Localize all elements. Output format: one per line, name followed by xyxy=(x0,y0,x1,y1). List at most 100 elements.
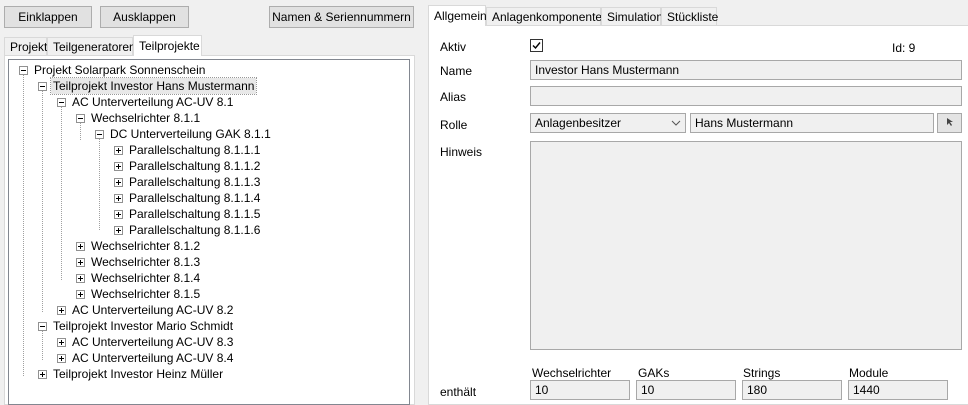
alias-field[interactable] xyxy=(530,86,962,106)
tree-node[interactable]: Parallelschaltung 8.1.1.4 xyxy=(114,190,262,206)
tree-node[interactable]: AC Unterverteilung AC-UV 8.4 xyxy=(57,350,235,366)
tree-node[interactable]: Wechselrichter 8.1.5 xyxy=(76,286,202,302)
picker-icon xyxy=(944,116,956,131)
tree-node-label: Wechselrichter 8.1.2 xyxy=(91,239,201,253)
tab-subprojects[interactable]: Teilprojekte xyxy=(133,35,202,56)
role-select[interactable]: Anlagenbesitzer xyxy=(530,113,686,133)
active-checkbox[interactable] xyxy=(530,39,543,52)
id-text: Id: 9 xyxy=(892,41,916,55)
role-picker-button[interactable] xyxy=(937,113,962,133)
tree-line xyxy=(42,330,43,360)
tree-node[interactable]: AC Unterverteilung AC-UV 8.1 xyxy=(57,94,235,110)
tree-node[interactable]: Parallelschaltung 8.1.1.2 xyxy=(114,158,262,174)
collapse-icon[interactable] xyxy=(19,65,28,75)
expand-icon[interactable] xyxy=(76,273,85,283)
tree-node-label: AC Unterverteilung AC-UV 8.4 xyxy=(72,351,234,365)
tree-node-label: Wechselrichter 8.1.4 xyxy=(91,271,201,285)
name-field[interactable]: Investor Hans Mustermann xyxy=(530,60,962,80)
tree-node-label: Wechselrichter 8.1.5 xyxy=(91,287,201,301)
tree-node[interactable]: Wechselrichter 8.1.4 xyxy=(76,270,202,286)
tree-node[interactable]: AC Unterverteilung AC-UV 8.3 xyxy=(57,334,235,350)
tree-node[interactable]: Wechselrichter 8.1.1 xyxy=(76,110,202,126)
collapse-button[interactable]: Einklappen xyxy=(4,6,92,28)
tree-node[interactable]: Parallelschaltung 8.1.1.1 xyxy=(114,142,262,158)
expand-icon[interactable] xyxy=(38,369,47,379)
tree-node-label: AC Unterverteilung AC-UV 8.2 xyxy=(72,303,234,317)
collapse-icon[interactable] xyxy=(95,129,104,139)
tree-node-label: Parallelschaltung 8.1.1.4 xyxy=(129,191,261,205)
tree-node-label: AC Unterverteilung AC-UV 8.3 xyxy=(72,335,234,349)
checkmark-icon xyxy=(532,42,541,50)
note-label: Hinweis xyxy=(440,145,483,159)
tree-node-label: Teilprojekt Investor Heinz Müller xyxy=(53,367,224,381)
chevron-down-icon xyxy=(671,117,681,131)
tab-subgenerators[interactable]: Teilgeneratoren xyxy=(47,37,136,56)
expand-icon[interactable] xyxy=(76,241,85,251)
tree-node-label: Wechselrichter 8.1.3 xyxy=(91,255,201,269)
tree-node-label: Projekt Solarpark Sonnenschein xyxy=(34,63,206,77)
alias-label: Alias xyxy=(440,90,467,104)
role-label: Rolle xyxy=(440,118,468,132)
collapse-icon[interactable] xyxy=(38,81,47,91)
tree-node-label: Parallelschaltung 8.1.1.6 xyxy=(129,223,261,237)
tab-general[interactable]: Allgemein xyxy=(428,5,487,26)
tree-node[interactable]: Parallelschaltung 8.1.1.3 xyxy=(114,174,262,190)
collapse-icon[interactable] xyxy=(38,321,47,331)
tab-simulation[interactable]: Simulation xyxy=(601,7,663,26)
note-textarea[interactable] xyxy=(530,141,962,350)
count-label-strings: Strings xyxy=(743,366,781,380)
expand-icon[interactable] xyxy=(114,193,123,203)
collapse-icon[interactable] xyxy=(76,113,85,123)
tree-node[interactable]: Teilprojekt Investor Heinz Müller xyxy=(38,366,225,382)
tab-bill-of-materials[interactable]: Stückliste xyxy=(661,7,718,26)
tab-components[interactable]: Anlagenkomponenten xyxy=(486,7,609,26)
name-label: Name xyxy=(440,64,473,78)
tree-line xyxy=(42,90,43,312)
tree-node-label: Teilprojekt Investor Hans Mustermann xyxy=(49,77,258,95)
tree-node[interactable]: Parallelschaltung 8.1.1.5 xyxy=(114,206,262,222)
count-label-inverters: Wechselrichter xyxy=(532,366,612,380)
expand-icon[interactable] xyxy=(114,209,123,219)
count-field-modules: 1440 xyxy=(848,380,948,400)
expand-icon[interactable] xyxy=(114,177,123,187)
expand-icon[interactable] xyxy=(114,225,123,235)
tree-node-label: Parallelschaltung 8.1.1.1 xyxy=(129,143,261,157)
tree-node-label: Parallelschaltung 8.1.1.2 xyxy=(129,159,261,173)
expand-icon[interactable] xyxy=(114,161,123,171)
tree-node-label: DC Unterverteilung GAK 8.1.1 xyxy=(110,127,271,141)
names-serials-button[interactable]: Namen & Seriennummern xyxy=(269,6,414,28)
tree-node-label: AC Unterverteilung AC-UV 8.1 xyxy=(72,95,234,109)
role-person-field[interactable]: Hans Mustermann xyxy=(690,113,934,133)
expand-icon[interactable] xyxy=(76,289,85,299)
expand-icon[interactable] xyxy=(114,145,123,155)
active-label: Aktiv xyxy=(440,40,467,54)
tree-node[interactable]: Teilprojekt Investor Hans Mustermann xyxy=(38,77,258,95)
expand-icon[interactable] xyxy=(57,353,66,363)
expand-button[interactable]: Ausklappen xyxy=(100,6,189,28)
count-field-gaks: 10 xyxy=(636,380,736,400)
tree-node[interactable]: Parallelschaltung 8.1.1.6 xyxy=(114,222,262,238)
tree-node-label: Parallelschaltung 8.1.1.3 xyxy=(129,175,261,189)
expand-icon[interactable] xyxy=(57,305,66,315)
tree-node[interactable]: Teilprojekt Investor Mario Schmidt xyxy=(38,318,235,334)
tree-line xyxy=(99,138,100,230)
tree-node[interactable]: Wechselrichter 8.1.2 xyxy=(76,238,202,254)
tree-node[interactable]: DC Unterverteilung GAK 8.1.1 xyxy=(95,126,273,142)
count-field-inverters: 10 xyxy=(530,380,630,400)
tree-node[interactable]: AC Unterverteilung AC-UV 8.2 xyxy=(57,302,235,318)
count-field-strings: 180 xyxy=(742,380,842,400)
role-select-value: Anlagenbesitzer xyxy=(535,116,622,130)
tree-line xyxy=(23,74,24,376)
tree-node[interactable]: Projekt Solarpark Sonnenschein xyxy=(19,62,207,78)
tab-project[interactable]: Projekt xyxy=(4,37,47,56)
tree-node-label: Parallelschaltung 8.1.1.5 xyxy=(129,207,261,221)
tree-node[interactable]: Wechselrichter 8.1.3 xyxy=(76,254,202,270)
count-label-modules: Module xyxy=(849,366,889,380)
project-tree[interactable]: Projekt Solarpark Sonnenschein Teilprojek… xyxy=(8,59,410,405)
tree-line xyxy=(61,106,62,280)
expand-icon[interactable] xyxy=(57,337,66,347)
collapse-icon[interactable] xyxy=(57,97,66,107)
count-label-gaks: GAKs xyxy=(638,366,670,380)
expand-icon[interactable] xyxy=(76,257,85,267)
tree-node-label: Teilprojekt Investor Mario Schmidt xyxy=(53,319,234,333)
